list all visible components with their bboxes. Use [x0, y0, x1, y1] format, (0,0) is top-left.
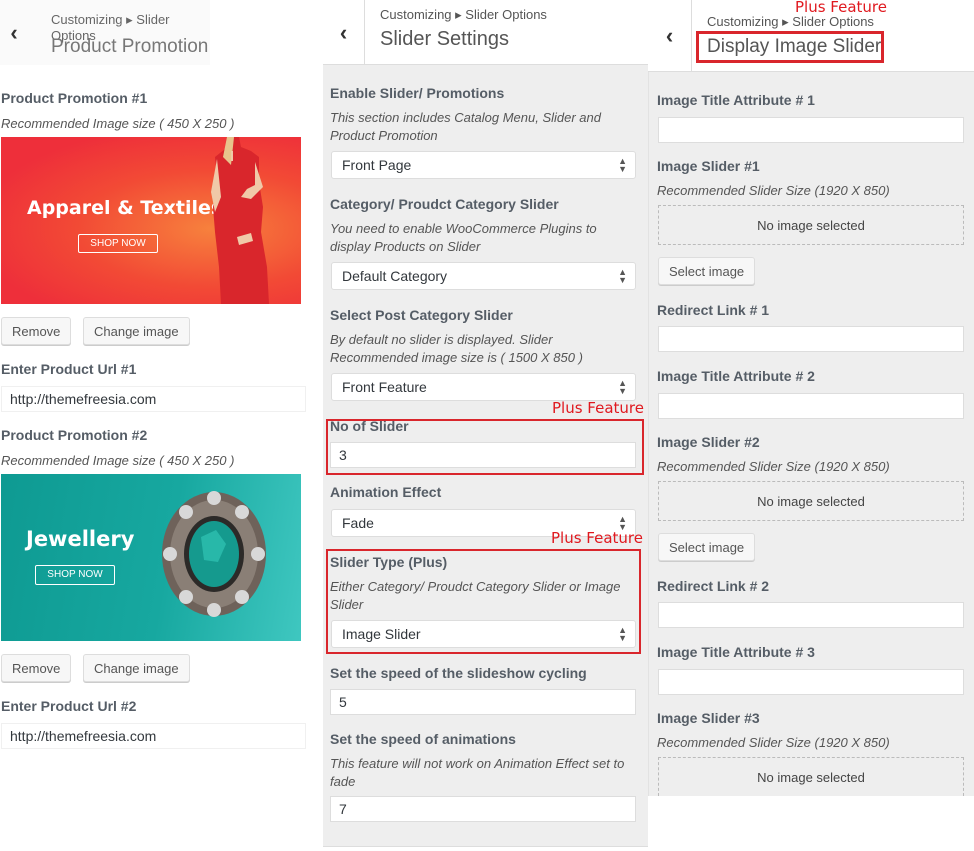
back-button[interactable]: ‹ — [648, 0, 692, 72]
chevron-left-icon: ‹ — [339, 19, 348, 45]
animation-effect-label: Animation Effect — [330, 484, 442, 500]
display-image-slider-panel: ‹ Plus Feature Customizing ▸ Slider Opti… — [648, 0, 974, 851]
breadcrumb: Customizing ▸ Slider Options — [380, 7, 547, 22]
image-slider-1-label: Image Slider #1 — [657, 158, 760, 174]
image-title-2-label: Image Title Attribute # 2 — [657, 368, 815, 384]
category-slider-select[interactable]: Default Category ▲ ▼ — [331, 262, 636, 290]
image-title-1-label: Image Title Attribute # 1 — [657, 92, 815, 108]
post-category-select[interactable]: Front Feature ▲ ▼ — [331, 373, 636, 401]
banner-1-shop-now: SHOP NOW — [78, 234, 158, 253]
product-promotion-panel: ‹ Customizing ▸ Slider Options Product P… — [0, 0, 323, 851]
woman-in-red-dress-image — [211, 137, 269, 304]
enable-slider-select[interactable]: Front Page ▲ ▼ — [331, 151, 636, 179]
promotion-2-desc: Recommended Image size ( 450 X 250 ) — [1, 453, 235, 468]
redirect-link-2-label: Redirect Link # 2 — [657, 578, 770, 594]
image-title-3-input[interactable] — [658, 669, 964, 695]
promotion-1-desc: Recommended Image size ( 450 X 250 ) — [1, 116, 235, 131]
image-slider-2-desc: Recommended Slider Size (1920 X 850) — [657, 459, 890, 474]
breadcrumb: Customizing ▸ Slider Options — [707, 14, 874, 29]
enable-slider-value: Front Page — [342, 157, 412, 173]
slides-content: Image Title Attribute # 1 Image Slider #… — [648, 72, 974, 796]
back-button[interactable]: ‹ — [0, 0, 28, 65]
image-slider-1-placeholder: No image selected — [658, 205, 964, 245]
image-slider-1-desc: Recommended Slider Size (1920 X 850) — [657, 183, 890, 198]
panel-header: ‹ Customizing ▸ Slider Options Product P… — [0, 0, 210, 65]
product-url-1-label: Enter Product Url #1 — [1, 361, 137, 377]
image-slider-3-placeholder: No image selected — [658, 757, 964, 796]
product-url-2-label: Enter Product Url #2 — [1, 698, 137, 714]
panel-title: Display Image Slider — [707, 36, 882, 57]
product-url-2-input[interactable]: http://themefreesia.com — [1, 723, 306, 749]
promotion-2-change-image-button[interactable]: Change image — [83, 654, 190, 682]
promotion-2-image: Jewellery SHOP NOW — [1, 474, 301, 641]
panel-title: Slider Settings — [380, 28, 509, 50]
promotion-1-label: Product Promotion #1 — [1, 90, 148, 106]
enable-slider-desc: This section includes Catalog Menu, Slid… — [330, 110, 601, 143]
promotion-2-remove-button[interactable]: Remove — [1, 654, 72, 682]
plus-feature-annotation: Plus Feature — [552, 399, 644, 417]
category-slider-label: Category/ Proudct Category Slider — [330, 196, 559, 212]
banner-1-text: Apparel & Textiles — [27, 197, 223, 219]
slider-settings-panel: ‹ Customizing ▸ Slider Options Slider Se… — [323, 0, 650, 851]
slider-type-value: Image Slider — [342, 626, 421, 642]
redirect-link-1-input[interactable] — [658, 326, 964, 352]
slider-type-label: Slider Type (Plus) — [330, 554, 448, 570]
animation-speed-desc: This feature will not work on Animation … — [330, 756, 625, 789]
jewellery-ring-image — [162, 491, 266, 617]
slider-type-desc: Either Category/ Proudct Category Slider… — [330, 579, 621, 612]
panel-header: ‹ Customizing ▸ Slider Options Slider Se… — [323, 0, 650, 65]
product-url-1-input[interactable]: http://themefreesia.com — [1, 386, 306, 412]
back-button[interactable]: ‹ — [323, 0, 365, 65]
post-category-desc: By default no slider is displayed. Slide… — [330, 332, 583, 365]
banner-2-text: Jewellery — [26, 527, 135, 551]
image-slider-3-desc: Recommended Slider Size (1920 X 850) — [657, 735, 890, 750]
redirect-link-2-input[interactable] — [658, 602, 964, 628]
promotion-1-remove-button[interactable]: Remove — [1, 317, 72, 345]
cycle-speed-input[interactable]: 5 — [330, 689, 636, 715]
promotion-1-change-image-button[interactable]: Change image — [83, 317, 190, 345]
post-category-label: Select Post Category Slider — [330, 307, 513, 323]
animation-speed-input[interactable]: 7 — [330, 796, 636, 822]
banner-2-shop-now: SHOP NOW — [35, 565, 115, 585]
enable-slider-label: Enable Slider/ Promotions — [330, 85, 505, 101]
category-slider-value: Default Category — [342, 268, 448, 284]
promotion-2-label: Product Promotion #2 — [1, 427, 148, 443]
select-arrows-icon: ▲ ▼ — [618, 156, 627, 174]
select-arrows-icon: ▲ ▼ — [618, 625, 627, 643]
plus-feature-annotation: Plus Feature — [551, 529, 643, 547]
chevron-left-icon: ‹ — [10, 19, 18, 45]
promotion-1-image: Apparel & Textiles SHOP NOW — [1, 137, 301, 304]
scroll-fade — [0, 760, 323, 851]
cycle-speed-label: Set the speed of the slideshow cycling — [330, 665, 587, 681]
no-of-slider-label: No of Slider — [330, 418, 409, 434]
image-title-1-input[interactable] — [658, 117, 964, 143]
post-category-value: Front Feature — [342, 379, 427, 395]
image-title-2-input[interactable] — [658, 393, 964, 419]
select-image-2-button[interactable]: Select image — [658, 533, 756, 561]
redirect-link-1-label: Redirect Link # 1 — [657, 302, 770, 318]
settings-content: Enable Slider/ Promotions This section i… — [323, 65, 650, 847]
image-title-3-label: Image Title Attribute # 3 — [657, 644, 815, 660]
select-arrows-icon: ▲ ▼ — [618, 267, 627, 285]
panel-title: Product Promotion — [51, 36, 209, 57]
image-slider-2-placeholder: No image selected — [658, 481, 964, 521]
animation-effect-value: Fade — [342, 515, 374, 531]
select-arrows-icon: ▲ ▼ — [618, 378, 627, 396]
image-slider-2-label: Image Slider #2 — [657, 434, 760, 450]
image-slider-3-label: Image Slider #3 — [657, 710, 760, 726]
slider-type-select[interactable]: Image Slider ▲ ▼ — [331, 620, 636, 648]
category-slider-desc: You need to enable WooCommerce Plugins t… — [330, 221, 597, 254]
select-image-1-button[interactable]: Select image — [658, 257, 756, 285]
animation-speed-label: Set the speed of animations — [330, 731, 516, 747]
no-of-slider-input[interactable]: 3 — [330, 442, 636, 468]
divider — [323, 846, 650, 847]
chevron-left-icon: ‹ — [665, 23, 674, 48]
panel-header: ‹ Plus Feature Customizing ▸ Slider Opti… — [648, 0, 974, 72]
